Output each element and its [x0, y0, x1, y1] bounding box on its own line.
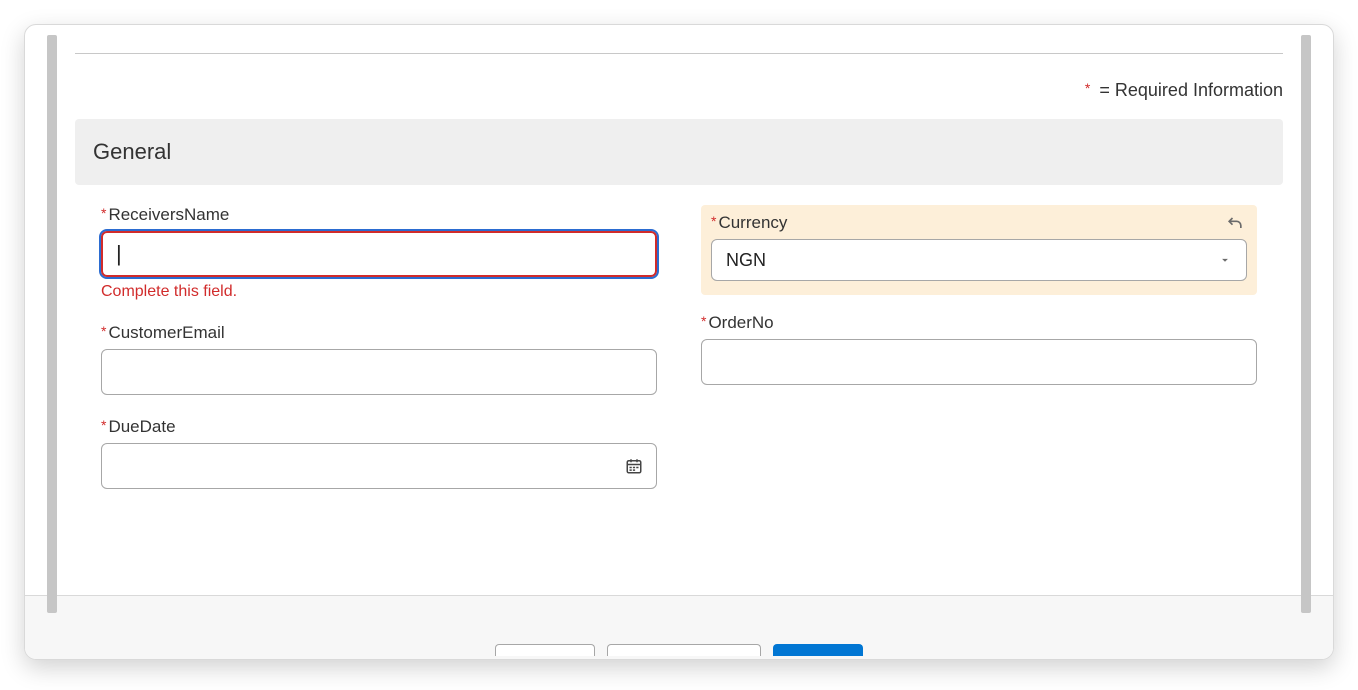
form-card: * = Required Information General *Receiv… — [24, 24, 1334, 660]
field-currency-highlight: *Currency NGN — [701, 205, 1257, 295]
divider — [75, 53, 1283, 54]
scrollbar-left[interactable] — [47, 35, 57, 613]
footer-button-primary[interactable] — [773, 644, 863, 656]
label-order-no: *OrderNo — [701, 313, 1257, 333]
required-asterisk: * — [701, 313, 706, 329]
label-customer-email: *CustomerEmail — [101, 323, 657, 343]
receivers-name-input[interactable] — [101, 231, 657, 277]
input-wrap-receivers-name: | — [101, 231, 657, 277]
label-text: ReceiversName — [108, 205, 229, 224]
customer-email-input[interactable] — [101, 349, 657, 395]
undo-icon[interactable] — [1225, 213, 1245, 233]
form-column-right: *Currency NGN *OrderNo — [701, 205, 1257, 511]
footer-button-2[interactable] — [607, 644, 761, 656]
error-receivers-name: Complete this field. — [101, 283, 657, 301]
required-asterisk: * — [101, 323, 106, 339]
footer-bar — [25, 595, 1333, 659]
field-due-date: *DueDate — [101, 417, 657, 489]
field-customer-email: *CustomerEmail — [101, 323, 657, 395]
required-legend: * = Required Information — [75, 80, 1283, 101]
order-no-input[interactable] — [701, 339, 1257, 385]
label-text: OrderNo — [708, 313, 773, 332]
section-title: General — [93, 139, 171, 164]
required-asterisk: * — [101, 205, 106, 221]
content-area: * = Required Information General *Receiv… — [75, 35, 1283, 659]
label-text: CustomerEmail — [108, 323, 224, 342]
label-due-date: *DueDate — [101, 417, 657, 437]
field-order-no: *OrderNo — [701, 313, 1257, 385]
required-asterisk: * — [101, 417, 106, 433]
form-column-left: *ReceiversName | Complete this field. *C… — [101, 205, 657, 511]
legend-text: = Required Information — [1099, 80, 1283, 100]
field-receivers-name: *ReceiversName | Complete this field. — [101, 205, 657, 301]
due-date-input[interactable] — [101, 443, 657, 489]
label-text: DueDate — [108, 417, 175, 436]
date-picker[interactable] — [101, 443, 657, 489]
currency-selected-value: NGN — [726, 250, 766, 271]
legend-asterisk: * — [1085, 80, 1090, 96]
chevron-down-icon — [1218, 253, 1232, 267]
section-header-general: General — [75, 119, 1283, 185]
label-text: Currency — [718, 213, 787, 232]
footer-button-1[interactable] — [495, 644, 595, 656]
required-asterisk: * — [711, 213, 716, 229]
form-grid: *ReceiversName | Complete this field. *C… — [75, 205, 1283, 511]
label-receivers-name: *ReceiversName — [101, 205, 657, 225]
currency-select[interactable]: NGN — [711, 239, 1247, 281]
calendar-icon — [625, 457, 643, 475]
scrollbar-right[interactable] — [1301, 35, 1311, 613]
label-currency: *Currency — [711, 213, 1247, 233]
